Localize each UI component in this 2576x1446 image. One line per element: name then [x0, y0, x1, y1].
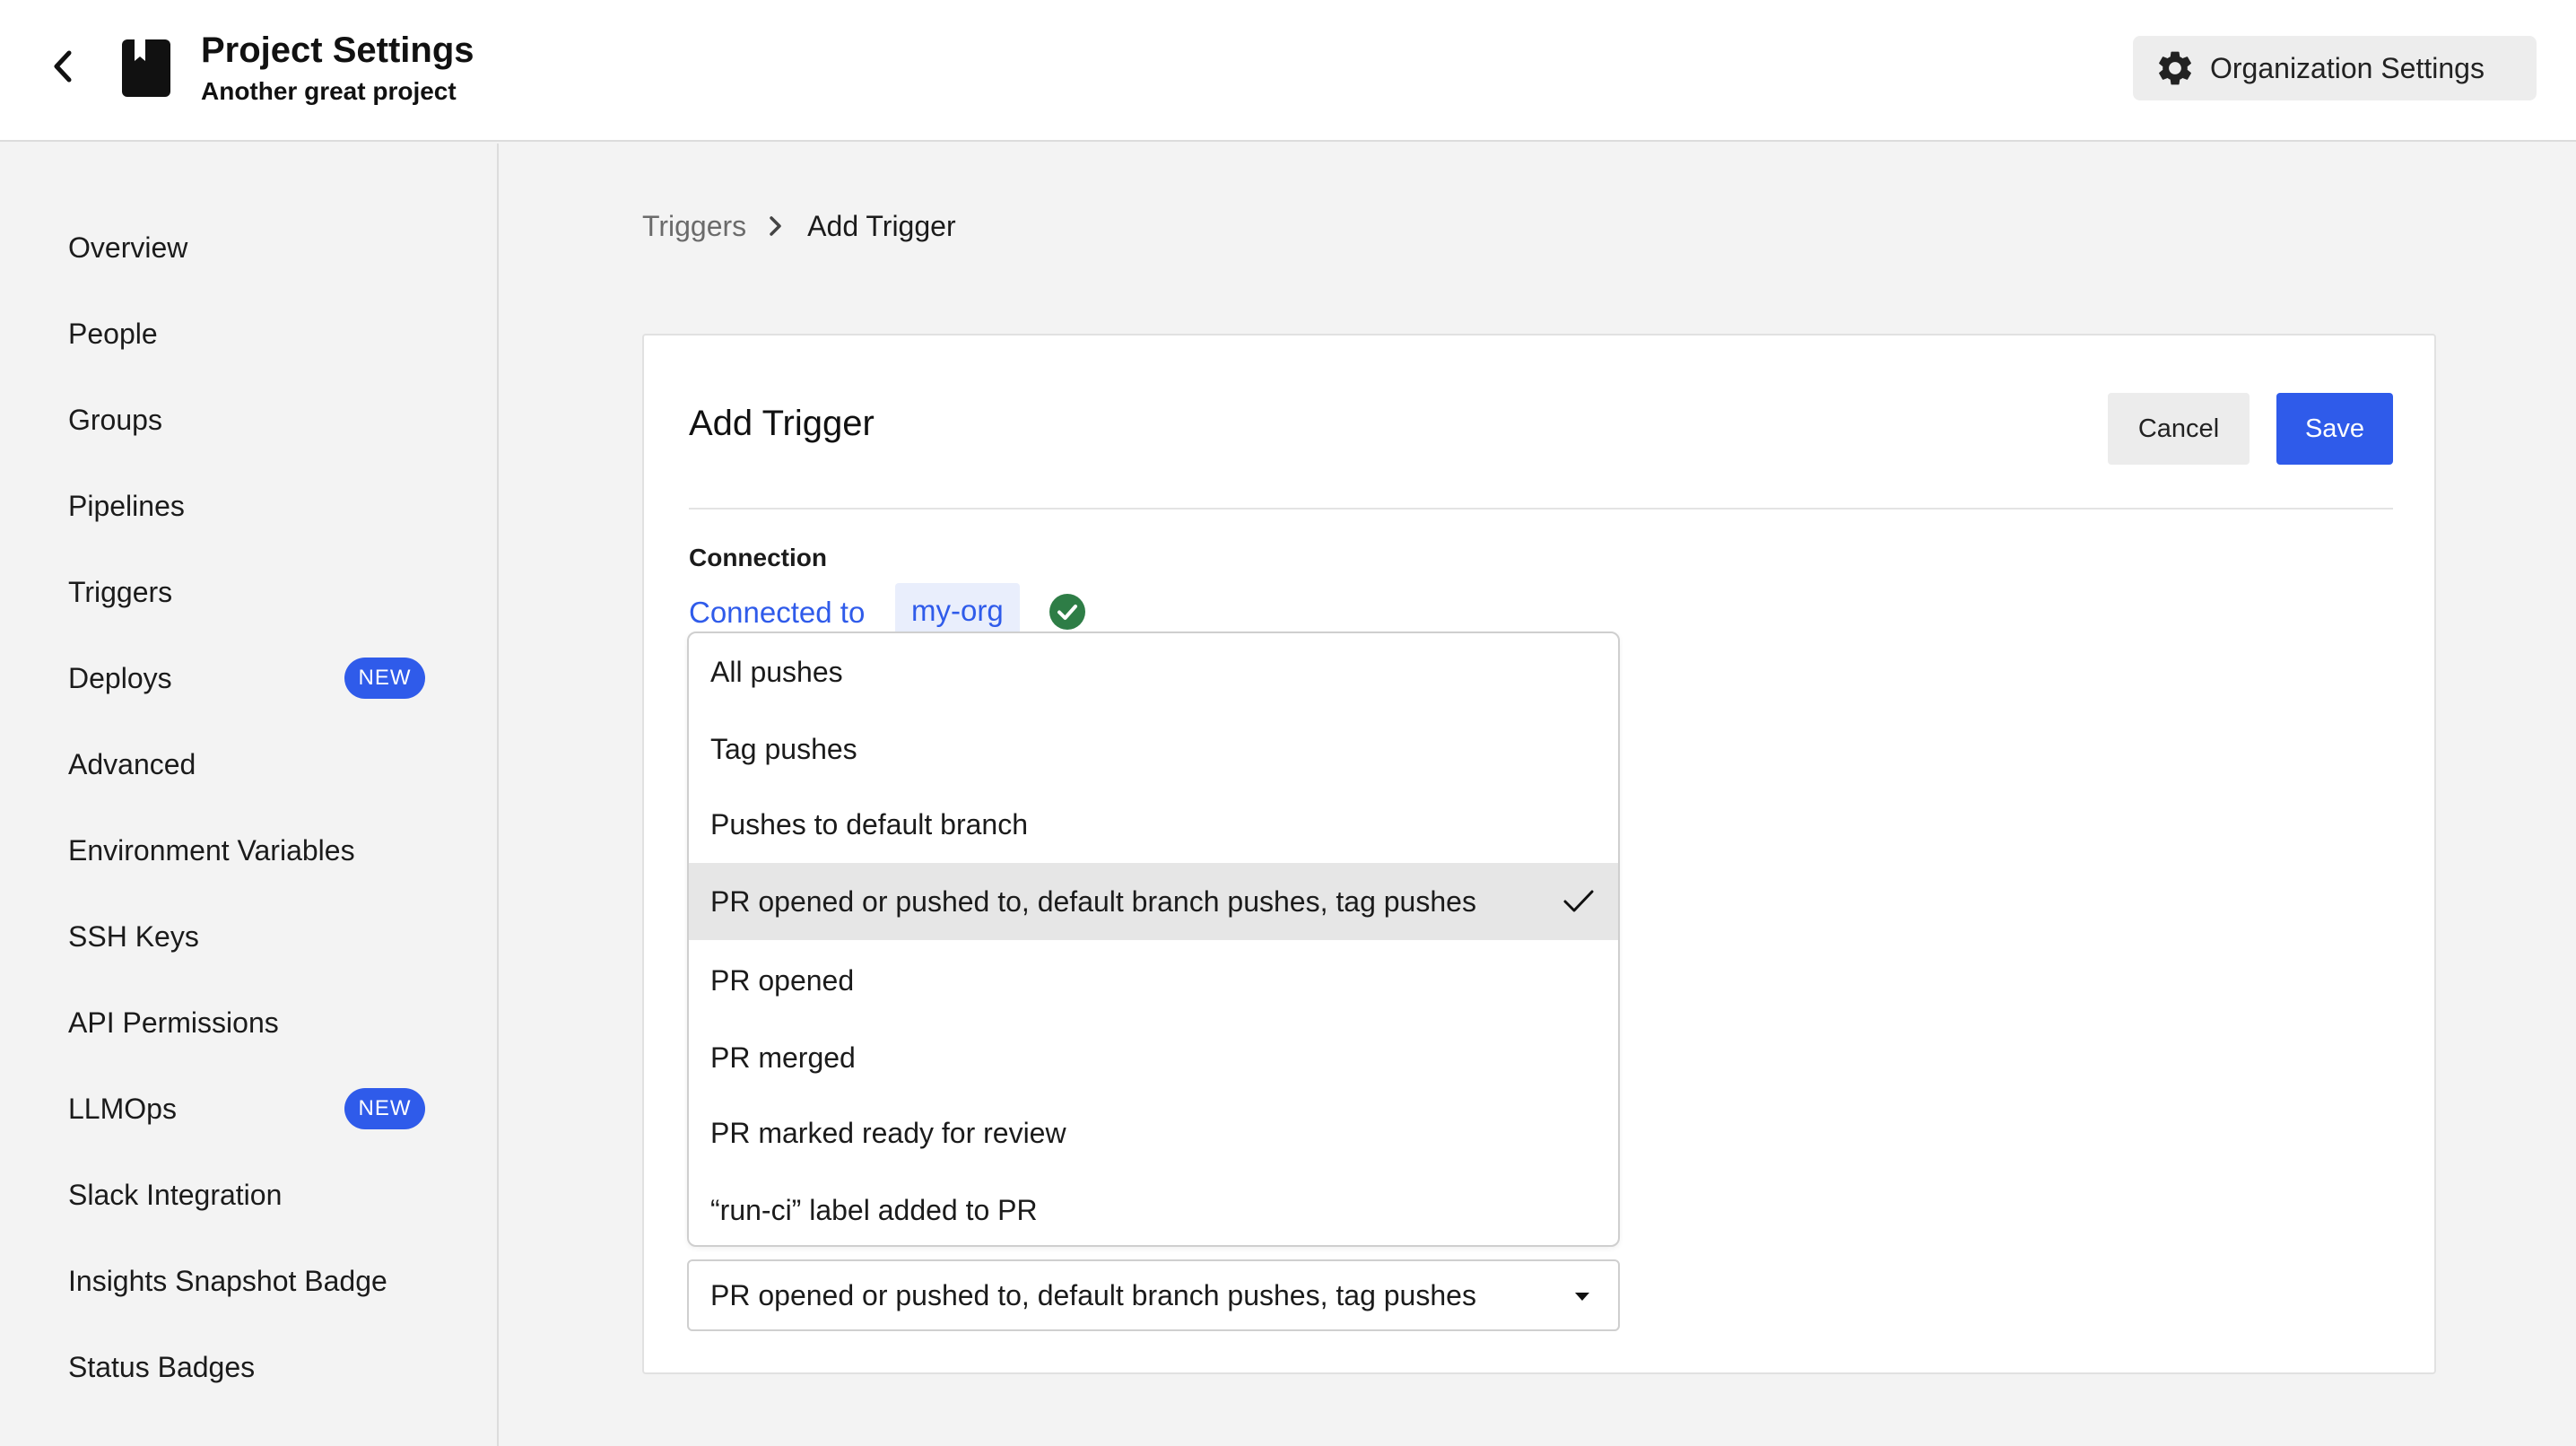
caret-down-icon	[1575, 1293, 1589, 1301]
settings-sidebar: Overview People Groups Pipelines Trigger…	[0, 144, 499, 1446]
select-value: PR opened or pushed to, default branch p…	[710, 1278, 1476, 1311]
sidebar-item-label: Environment Variables	[68, 833, 355, 867]
sidebar-item-deploys[interactable]: Deploys NEW	[68, 651, 445, 705]
add-trigger-card: Add Trigger Cancel Save Connection Conne…	[642, 334, 2436, 1374]
sidebar-item-label: Pipelines	[68, 489, 185, 522]
page-title: Project Settings	[201, 30, 474, 70]
option-label: Pushes to default branch	[710, 807, 1029, 841]
sidebar-item-label: Insights Snapshot Badge	[68, 1264, 387, 1297]
option-label: PR opened	[710, 963, 855, 997]
sidebar-item-status-badges[interactable]: Status Badges	[68, 1340, 445, 1394]
trigger-event-select[interactable]: PR opened or pushed to, default branch p…	[687, 1259, 1620, 1331]
sidebar-item-environment-variables[interactable]: Environment Variables	[68, 823, 445, 877]
sidebar-item-label: People	[68, 317, 158, 350]
option-pr-merged[interactable]: PR merged	[689, 1019, 1618, 1096]
book-icon	[122, 39, 170, 97]
sidebar-item-pipelines[interactable]: Pipelines	[68, 479, 445, 533]
option-run-ci-label[interactable]: “run-ci” label added to PR	[689, 1172, 1618, 1245]
option-pr-opened[interactable]: PR opened	[689, 942, 1618, 1019]
option-all-pushes[interactable]: All pushes	[689, 633, 1618, 710]
sidebar-item-label: Overview	[68, 231, 188, 264]
sidebar-item-label: Deploys	[68, 661, 172, 694]
sidebar-item-triggers[interactable]: Triggers	[68, 565, 445, 619]
cancel-button[interactable]: Cancel	[2108, 393, 2250, 465]
divider	[689, 508, 2393, 510]
sidebar-item-label: Status Badges	[68, 1350, 256, 1383]
breadcrumb-link-triggers[interactable]: Triggers	[642, 210, 746, 243]
check-circle-icon	[1049, 594, 1085, 630]
chevron-left-icon	[54, 50, 72, 83]
back-button[interactable]	[41, 45, 84, 88]
card-title: Add Trigger	[689, 404, 875, 443]
sidebar-item-label: API Permissions	[68, 1006, 279, 1039]
option-label: PR opened or pushed to, default branch p…	[710, 884, 1476, 918]
save-button[interactable]: Save	[2276, 393, 2393, 465]
trigger-event-dropdown: All pushes Tag pushes Pushes to default …	[687, 632, 1620, 1247]
sidebar-item-api-permissions[interactable]: API Permissions	[68, 996, 445, 1050]
connection-label: Connection	[689, 544, 827, 571]
top-header: Project Settings Another great project O…	[0, 0, 2576, 142]
checkmark-icon	[1563, 890, 1594, 912]
breadcrumb-current: Add Trigger	[807, 209, 956, 242]
sidebar-item-label: Advanced	[68, 747, 196, 780]
connected-to-link[interactable]: Connected to	[689, 596, 865, 630]
option-label: PR marked ready for review	[710, 1116, 1066, 1149]
organization-settings-label: Organization Settings	[2210, 51, 2485, 84]
gear-icon	[2159, 51, 2191, 85]
sidebar-item-label: Groups	[68, 403, 162, 436]
option-pushes-default-branch[interactable]: Pushes to default branch	[689, 786, 1618, 863]
sidebar-item-overview[interactable]: Overview	[68, 221, 445, 274]
breadcrumb: Triggers Add Trigger	[642, 205, 956, 248]
sidebar-item-label: LLMOps	[68, 1092, 177, 1125]
option-label: “run-ci” label added to PR	[710, 1193, 1038, 1226]
organization-settings-button[interactable]: Organization Settings	[2133, 36, 2537, 100]
sidebar-item-llmops[interactable]: LLMOps NEW	[68, 1082, 445, 1136]
project-name: Another great project	[201, 77, 457, 105]
sidebar-item-people[interactable]: People	[68, 307, 445, 361]
sidebar-item-label: Triggers	[68, 575, 173, 608]
sidebar-item-ssh-keys[interactable]: SSH Keys	[68, 910, 445, 963]
new-badge: NEW	[344, 658, 425, 699]
sidebar-item-insights-snapshot-badge[interactable]: Insights Snapshot Badge	[68, 1254, 445, 1308]
sidebar-item-groups[interactable]: Groups	[68, 393, 445, 447]
sidebar-item-label: Slack Integration	[68, 1178, 283, 1211]
option-label: Tag pushes	[710, 732, 857, 765]
new-badge: NEW	[344, 1088, 425, 1129]
option-pr-ready-for-review[interactable]: PR marked ready for review	[689, 1094, 1618, 1172]
option-pr-default-tag-pushes[interactable]: PR opened or pushed to, default branch p…	[689, 863, 1618, 940]
org-chip[interactable]: my-org	[895, 583, 1020, 639]
option-label: PR merged	[710, 1041, 856, 1074]
sidebar-item-slack-integration[interactable]: Slack Integration	[68, 1168, 445, 1222]
option-label: All pushes	[710, 655, 843, 688]
sidebar-item-label: SSH Keys	[68, 919, 199, 953]
option-tag-pushes[interactable]: Tag pushes	[689, 710, 1618, 788]
chevron-right-icon	[766, 213, 784, 239]
sidebar-item-advanced[interactable]: Advanced	[68, 737, 445, 791]
